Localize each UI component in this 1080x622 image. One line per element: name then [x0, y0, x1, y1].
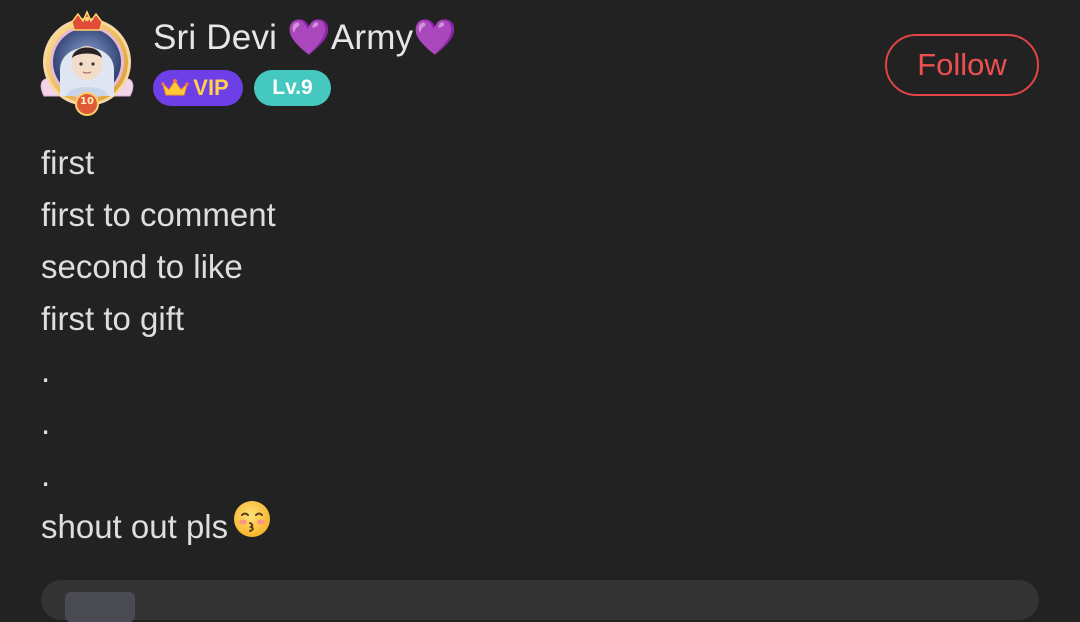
level-badge[interactable]: Lv.9 — [254, 70, 331, 106]
user-badges: VIP Lv.9 — [153, 70, 331, 106]
author-name[interactable]: Sri Devi 💜Army💜 — [153, 17, 457, 58]
avatar[interactable]: 10 — [38, 10, 136, 118]
level-badge-label: Lv.9 — [272, 76, 313, 99]
post-line-last: shout out pls — [41, 499, 276, 554]
post-line: . — [41, 456, 51, 493]
post-line: first — [41, 144, 95, 181]
post-line-text: shout out pls — [41, 508, 229, 545]
post-card: 10 Sri Devi 💜Army💜 VIP Lv.9 Follow first… — [0, 0, 1080, 622]
post-line: first to gift — [41, 300, 185, 337]
post-line: . — [41, 404, 51, 441]
attached-thumbnail — [65, 592, 135, 622]
post-line: second to like — [41, 248, 243, 285]
avatar-level-number: 10 — [80, 96, 94, 107]
post-body: first first to comment second to like fi… — [41, 137, 276, 553]
post-line: first to comment — [41, 196, 276, 233]
vip-badge[interactable]: VIP — [153, 70, 243, 106]
username-row: Sri Devi 💜Army💜 — [153, 14, 457, 60]
vip-badge-label: VIP — [193, 75, 229, 100]
crown-icon — [161, 78, 189, 98]
post-line: . — [41, 352, 51, 389]
attached-content-card[interactable] — [41, 580, 1039, 622]
follow-button[interactable]: Follow — [885, 34, 1039, 96]
kissing-face-icon — [232, 499, 272, 554]
